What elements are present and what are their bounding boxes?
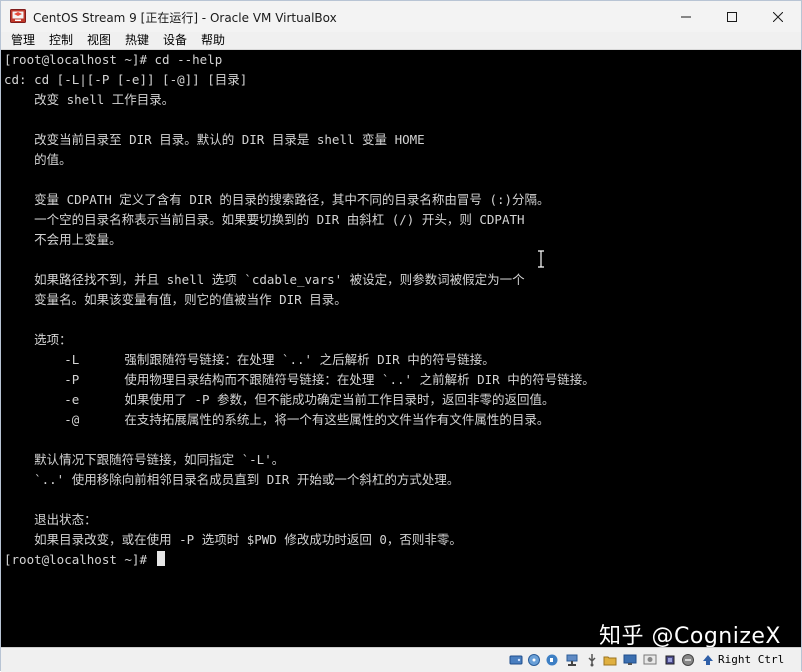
minimize-icon <box>681 16 691 17</box>
shell-prompt: [root@localhost ~]# <box>4 552 155 567</box>
menu-manage[interactable]: 管理 <box>11 33 35 48</box>
close-button[interactable] <box>755 1 801 32</box>
terminal-line: 退出状态： <box>4 512 97 527</box>
cpu-icon[interactable] <box>663 653 677 667</box>
terminal-line: 不会用上变量。 <box>4 232 122 247</box>
terminal-line: 改变当前目录至 DIR 目录。默认的 DIR 目录是 shell 变量 HOME <box>4 132 425 147</box>
menu-bar: 管理 控制 视图 热键 设备 帮助 <box>1 32 801 50</box>
minimize-button[interactable] <box>663 1 709 32</box>
terminal-line: cd: cd [-L|[-P [-e]] [-@]] [目录] <box>4 72 248 87</box>
status-bar: Right Ctrl <box>1 647 801 672</box>
menu-view[interactable]: 视图 <box>87 33 111 48</box>
menu-help[interactable]: 帮助 <box>201 33 225 48</box>
audio-icon[interactable] <box>545 653 559 667</box>
host-key-arrow-icon <box>703 655 713 665</box>
network-icon[interactable] <box>565 653 579 667</box>
terminal-line: 选项： <box>4 332 72 347</box>
recording-icon[interactable] <box>643 653 657 667</box>
window-title: CentOS Stream 9 [正在运行] - Oracle VM Virtu… <box>33 11 337 25</box>
terminal-line: [root@localhost ~]# cd --help <box>4 52 223 67</box>
close-icon <box>773 11 783 22</box>
terminal-line: -@ 在支持拓展属性的系统上，将一个有这些属性的文件当作有文件属性的目录。 <box>4 412 550 427</box>
terminal-line: 的值。 <box>4 152 72 167</box>
watermark: 知乎 @CognizeX <box>599 624 781 647</box>
display-icon[interactable] <box>623 653 637 667</box>
maximize-icon <box>727 11 737 22</box>
mouse-integration-icon[interactable] <box>681 653 695 667</box>
ibeam-cursor-icon <box>538 250 544 268</box>
terminal-line: -P 使用物理目录结构而不跟随符号链接：在处理 `..' 之前解析 DIR 中的… <box>4 372 595 387</box>
terminal-line: 如果路径找不到，并且 shell 选项 `cdable_vars' 被设定，则参… <box>4 272 525 287</box>
shared-folders-icon[interactable] <box>603 653 617 667</box>
menu-control[interactable]: 控制 <box>49 33 73 48</box>
usb-icon[interactable] <box>585 653 599 667</box>
text-cursor <box>156 551 165 566</box>
virtualbox-window: CentOS Stream 9 [正在运行] - Oracle VM Virtu… <box>0 0 802 672</box>
terminal-line: -L 强制跟随符号链接：在处理 `..' 之后解析 DIR 中的符号链接。 <box>4 352 495 367</box>
terminal-line: 默认情况下跟随符号链接，如同指定 `-L'。 <box>4 452 285 467</box>
terminal-line: `..' 使用移除向前相邻目录名成员直到 DIR 开始或一个斜杠的方式处理。 <box>4 472 460 487</box>
optical-drive-icon[interactable] <box>527 653 541 667</box>
terminal-line: 如果目录改变，或在使用 -P 选项时 $PWD 修改成功时返回 0，否则非零。 <box>4 532 462 547</box>
terminal-line: 一个空的目录名称表示当前目录。如果要切换到的 DIR 由斜杠 (/) 开头，则 … <box>4 212 525 227</box>
menu-devices[interactable]: 设备 <box>163 33 187 48</box>
maximize-button[interactable] <box>709 1 755 32</box>
menu-hotkey[interactable]: 热键 <box>125 33 149 48</box>
terminal-line: 变量 CDPATH 定义了含有 DIR 的目录的搜索路径，其中不同的目录名称由冒… <box>4 192 550 207</box>
terminal-screen[interactable]: [root@localhost ~]# cd --help cd: cd [-L… <box>1 50 801 647</box>
terminal-line: 变量名。如果该变量有值，则它的值被当作 DIR 目录。 <box>4 292 347 307</box>
title-bar[interactable]: CentOS Stream 9 [正在运行] - Oracle VM Virtu… <box>1 1 801 32</box>
hard-disk-icon[interactable] <box>509 653 523 667</box>
terminal-prompt-line: [root@localhost ~]# <box>4 550 165 570</box>
host-key-label: Right Ctrl <box>718 653 785 666</box>
terminal-line: -e 如果使用了 -P 参数，但不能成功确定当前工作目录时，返回非零的返回值。 <box>4 392 555 407</box>
terminal-line: 改变 shell 工作目录。 <box>4 92 175 107</box>
virtualbox-app-icon <box>10 9 26 23</box>
